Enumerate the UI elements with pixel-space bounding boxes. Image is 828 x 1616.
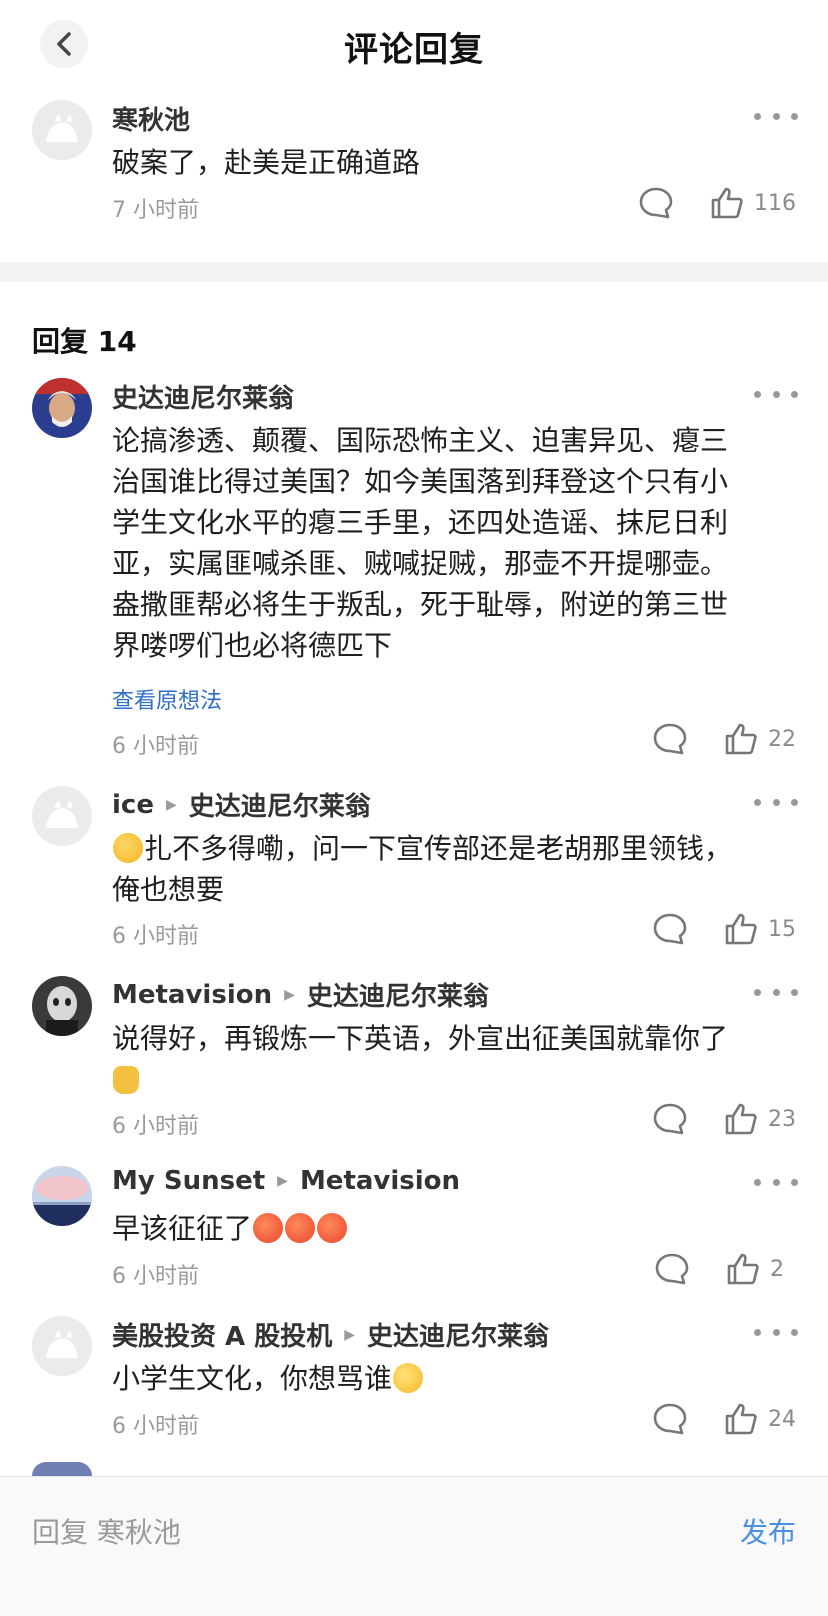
reply-bubble-icon[interactable] <box>654 1252 690 1286</box>
reply-author[interactable]: ice <box>112 790 154 820</box>
reply-bubble-icon[interactable] <box>638 186 674 220</box>
reply-author[interactable]: 史达迪尼尔莱翁 <box>112 378 294 415</box>
user-photo-avatar <box>32 378 92 438</box>
angry-face-emoji <box>317 1213 348 1243</box>
section-divider <box>0 262 828 282</box>
reply-text: 论搞渗透、颠覆、国际恐怖主义、迫害异见、瘪三 治国谁比得过美国？如今美国落到拜登… <box>112 424 729 662</box>
header: 评论回复 <box>0 0 828 90</box>
avatar[interactable] <box>32 976 92 1036</box>
reply-bubble-icon[interactable] <box>652 1102 688 1136</box>
reply-to-arrow-icon: ▶ <box>277 1173 288 1189</box>
reply-input-bar: 回复 寒秋池 发布 <box>0 1476 828 1616</box>
reply-actions: 23 <box>652 1102 796 1136</box>
reply-to-arrow-icon: ▶ <box>284 986 295 1003</box>
reply-actions: 15 <box>652 912 796 946</box>
like-thumb-icon[interactable] <box>724 1402 758 1436</box>
like-thumb-icon[interactable] <box>724 1102 758 1136</box>
replies-count-title: 回复 14 <box>32 325 137 358</box>
reply-to-user[interactable]: Metavision <box>300 1166 460 1196</box>
like-count: 24 <box>768 1406 796 1432</box>
like-thumb-icon[interactable] <box>726 1252 760 1286</box>
reply-text: 扎不多得嘞，问一下宣传部还是老胡那里领钱， 俺也想要 <box>112 832 733 906</box>
reply-to-user[interactable]: 史达迪尼尔莱翁 <box>307 976 489 1013</box>
more-options-icon[interactable] <box>754 980 798 1004</box>
comment-text: 破案了，赴美是正确道路 <box>112 146 421 179</box>
reply-author[interactable]: Metavision <box>112 980 272 1010</box>
reply-to-arrow-icon: ▶ <box>344 1326 356 1343</box>
avatar[interactable] <box>32 1462 92 1476</box>
reply-actions: 2 <box>654 1252 796 1286</box>
reply-author[interactable]: My Sunset <box>112 1166 265 1196</box>
comment-author[interactable]: 寒秋池 <box>112 100 190 137</box>
reply-text: 小学生文化，你想骂谁 <box>112 1358 792 1399</box>
like-count: 2 <box>770 1256 784 1282</box>
like-thumb-icon[interactable] <box>724 912 758 946</box>
reply-time: 6 小时前 <box>112 1264 199 1289</box>
publish-button[interactable]: 发布 <box>740 1511 796 1551</box>
thumbs-up-emoji <box>113 1066 139 1094</box>
sunset-photo-avatar <box>32 1166 92 1226</box>
reply-input[interactable]: 回复 寒秋池 <box>32 1511 181 1551</box>
like-count: 116 <box>754 190 796 216</box>
sweat-smile-emoji <box>113 833 143 863</box>
reply-bubble-icon[interactable] <box>652 912 688 946</box>
avatar[interactable] <box>32 1316 92 1376</box>
reply-actions: 24 <box>652 1402 796 1436</box>
avatar[interactable] <box>32 378 92 438</box>
avatar[interactable] <box>32 786 92 846</box>
reply-text: 早该征征了 <box>112 1208 792 1249</box>
reply-author[interactable]: 美股投资 A 股投机 <box>112 1316 332 1353</box>
comment-time: 7 小时前 <box>112 198 199 223</box>
reply-actions: 22 <box>652 722 796 756</box>
reply-to-arrow-icon: ▶ <box>165 796 177 813</box>
like-count: 15 <box>768 916 796 942</box>
angry-face-emoji <box>285 1213 316 1243</box>
like-thumb-icon[interactable] <box>724 722 758 756</box>
avatar[interactable] <box>32 1166 92 1226</box>
more-options-icon[interactable] <box>754 382 798 406</box>
reply-to-user[interactable]: 史达迪尼尔莱翁 <box>189 786 371 823</box>
angry-face-emoji <box>253 1213 284 1243</box>
more-options-icon[interactable] <box>754 1320 798 1344</box>
view-original-link[interactable]: 查看原想法 <box>112 683 222 715</box>
reply-time: 6 小时前 <box>112 734 199 759</box>
default-avatar-icon <box>32 100 92 160</box>
more-options-icon[interactable] <box>754 1170 798 1194</box>
comment-actions: 116 <box>638 186 796 220</box>
reply-author-line: ice ▶ 史达迪尼尔莱翁 <box>112 786 371 823</box>
reply-time: 6 小时前 <box>112 924 199 949</box>
reply-bubble-icon[interactable] <box>652 1402 688 1436</box>
reply-author-line: Metavision ▶ 史达迪尼尔莱翁 <box>112 976 489 1013</box>
default-avatar-icon <box>32 1316 92 1376</box>
like-count: 22 <box>768 726 796 752</box>
like-count: 23 <box>768 1106 796 1132</box>
reply-bubble-icon[interactable] <box>652 722 688 756</box>
avatar[interactable] <box>32 100 92 160</box>
reply-time: 6 小时前 <box>112 1114 199 1139</box>
like-thumb-icon[interactable] <box>710 186 744 220</box>
reply-to-user[interactable]: 史达迪尼尔莱翁 <box>367 1316 549 1353</box>
reply-author-line: 美股投资 A 股投机 ▶ 史达迪尼尔莱翁 <box>112 1316 549 1353</box>
reply-author-line: My Sunset ▶ Metavision <box>112 1166 460 1196</box>
page-title: 评论回复 <box>344 30 484 70</box>
reply-text: 说得好，再锻炼一下英语，外宣出征美国就靠你了 <box>112 1018 792 1100</box>
reply-time: 6 小时前 <box>112 1414 199 1439</box>
more-options-icon[interactable] <box>754 104 798 128</box>
shushing-face-emoji <box>393 1363 424 1393</box>
user-photo-avatar <box>32 976 92 1036</box>
more-options-icon[interactable] <box>754 790 798 814</box>
default-avatar-icon <box>32 786 92 846</box>
